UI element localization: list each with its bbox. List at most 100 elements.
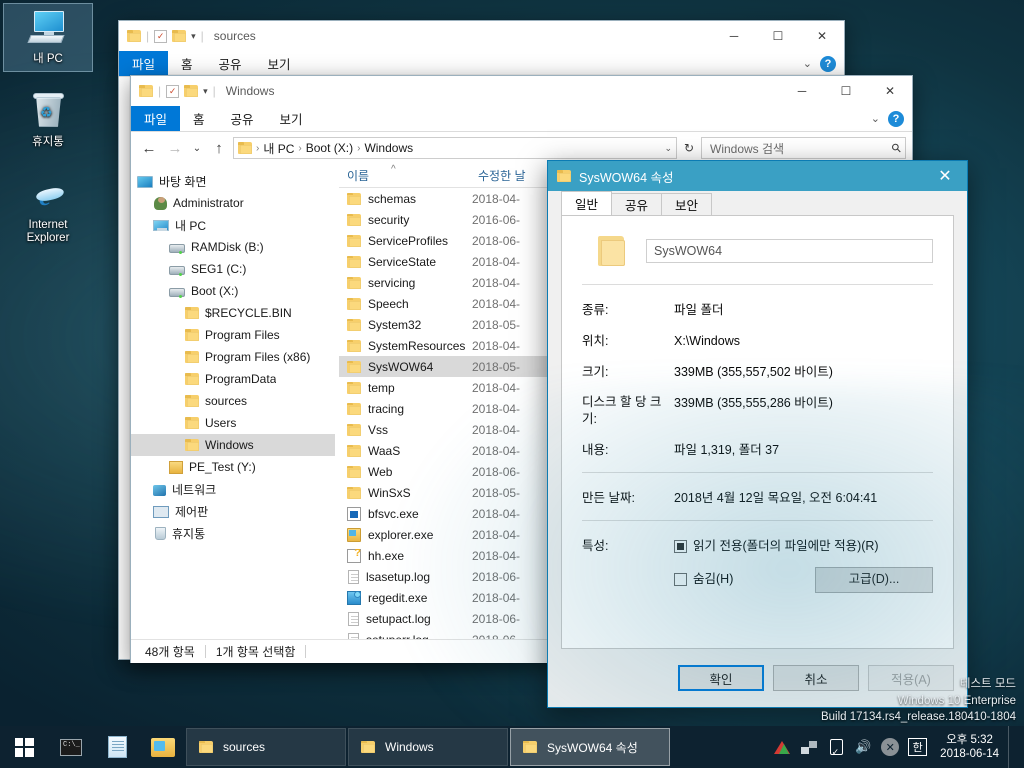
tab-view[interactable]: 보기 — [255, 51, 304, 76]
tab-sharing[interactable]: 공유 — [611, 193, 663, 215]
tree-item[interactable]: 네트워크 — [131, 478, 335, 500]
taskbar[interactable]: sources Windows SysWOW64 속성 🔊 ✕ 한 오후 5:3… — [0, 726, 1024, 768]
start-button[interactable] — [0, 726, 48, 768]
system-tray[interactable]: 🔊 ✕ 한 오후 5:32 2018-06-14 — [773, 726, 1024, 768]
volume-icon[interactable]: 🔊 — [854, 738, 872, 756]
ahnlab-icon[interactable] — [773, 738, 791, 756]
window-controls[interactable]: ─ ☐ ✕ — [712, 21, 844, 51]
tree-item[interactable]: 내 PC — [131, 214, 335, 236]
tree-item[interactable]: 휴지통 — [131, 522, 335, 544]
folder-icon[interactable] — [184, 85, 199, 97]
usb-eject-icon[interactable] — [827, 738, 845, 758]
close-button[interactable]: ✕ — [923, 161, 967, 191]
up-button[interactable]: ↑ — [207, 136, 231, 160]
tree-item[interactable]: SEG1 (C:) — [131, 258, 335, 280]
table-row[interactable]: lsasetup.log 2018-06- — [339, 566, 912, 587]
table-row[interactable]: WaaS 2018-04- — [339, 440, 912, 461]
search-input[interactable]: Windows 검색 ⚲ — [701, 137, 906, 159]
close-button[interactable]: ✕ — [868, 76, 912, 106]
tab-share[interactable]: 공유 — [206, 51, 255, 76]
tab-share[interactable]: 공유 — [218, 106, 267, 131]
tree-item[interactable]: PE_Test (Y:) — [131, 456, 335, 478]
forward-button[interactable]: → — [163, 136, 187, 160]
breadcrumb[interactable]: › 내 PC › Boot (X:) › Windows ⌄ — [233, 137, 677, 159]
breadcrumb-item-boot[interactable]: Boot (X:) — [306, 141, 353, 155]
minimize-button[interactable]: ─ — [712, 21, 756, 51]
properties-icon[interactable]: ✓ — [154, 29, 168, 43]
tree-item[interactable]: Users — [131, 412, 335, 434]
breadcrumb-item-my-pc[interactable]: 내 PC — [263, 140, 294, 157]
readonly-checkbox-row[interactable]: 읽기 전용(폴더의 파일에만 적용)(R) — [674, 537, 933, 555]
help-icon[interactable]: ? — [888, 110, 904, 127]
quick-access-toolbar[interactable]: | ✓ ▾ | — [139, 84, 216, 98]
quick-access-toolbar[interactable]: | ✓ ▾ | — [127, 29, 204, 43]
navigation-pane[interactable]: 바탕 화면 Administrator 내 PC RAMDisk (B:) SEG1 (… — [131, 164, 335, 639]
tab-file[interactable]: 파일 — [131, 106, 181, 131]
chevron-down-icon[interactable]: ⌄ — [664, 143, 672, 154]
tree-item[interactable]: $RECYCLE.BIN — [131, 302, 335, 324]
table-row[interactable]: setupact.log 2018-06- — [339, 608, 912, 629]
tree-item[interactable]: Program Files (x86) — [131, 346, 335, 368]
chevron-down-icon[interactable]: ▾ — [191, 31, 196, 42]
ribbon-expand-icon[interactable]: ⌄ — [871, 112, 880, 125]
taskbar-pin-notepad[interactable] — [94, 726, 140, 768]
back-button[interactable]: ← — [137, 136, 161, 160]
desktop-icon-recycle-bin[interactable]: ♻ 휴지통 — [4, 87, 92, 154]
taskbar-pin-command-prompt[interactable] — [48, 726, 94, 768]
breadcrumb-item-windows[interactable]: Windows — [364, 141, 413, 155]
table-row[interactable]: hh.exe 2018-04- — [339, 545, 912, 566]
hidden-checkbox-row[interactable]: 숨김(H) 고급(D)... — [674, 566, 933, 593]
folder-icon[interactable] — [172, 30, 187, 42]
taskbar-pin-file-explorer[interactable] — [140, 726, 186, 768]
column-header-name[interactable]: 이름 — [339, 167, 472, 184]
dialog-titlebar[interactable]: SysWOW64 속성 ✕ — [548, 161, 967, 191]
show-desktop-button[interactable] — [1008, 726, 1016, 768]
ime-korean-icon[interactable]: 한 — [908, 738, 928, 756]
tab-home[interactable]: 홈 — [180, 106, 218, 131]
taskbar-task-windows[interactable]: Windows — [348, 728, 508, 766]
refresh-button[interactable]: ↻ — [679, 137, 699, 159]
tree-item[interactable]: Boot (X:) — [131, 280, 335, 302]
table-row[interactable]: bfsvc.exe 2018-04- — [339, 503, 912, 524]
desktop-icon-my-pc[interactable]: 내 PC — [3, 3, 93, 72]
taskbar-task-syswow64-properties[interactable]: SysWOW64 속성 — [510, 728, 670, 766]
folder-name-input[interactable]: SysWOW64 — [646, 239, 933, 263]
tab-home[interactable]: 홈 — [168, 51, 206, 76]
tree-item[interactable]: Program Files — [131, 324, 335, 346]
table-row[interactable]: regedit.exe 2018-04- — [339, 587, 912, 608]
table-row[interactable]: Web 2018-06- — [339, 461, 912, 482]
taskbar-task-sources[interactable]: sources — [186, 728, 346, 766]
table-row[interactable]: setuperr.log 2018-06- — [339, 629, 912, 639]
titlebar[interactable]: | ✓ ▾ | Windows ─ ☐ ✕ — [131, 76, 912, 106]
tab-file[interactable]: 파일 — [119, 51, 169, 76]
tree-item[interactable]: Administrator — [131, 192, 335, 214]
tab-view[interactable]: 보기 — [267, 106, 316, 131]
tree-item[interactable]: sources — [131, 390, 335, 412]
maximize-button[interactable]: ☐ — [824, 76, 868, 106]
recent-locations-button[interactable]: ⌄ — [189, 136, 205, 160]
properties-dialog[interactable]: SysWOW64 속성 ✕ 일반 공유 보안 SysWOW64 종류: 파일 폴… — [547, 160, 968, 708]
ribbon-expand-icon[interactable]: ⌄ — [803, 57, 812, 70]
ribbon-tabs[interactable]: 파일 홈 공유 보기 ⌄ ? — [119, 51, 844, 77]
tree-item[interactable]: 바탕 화면 — [131, 170, 335, 192]
folder-icon[interactable] — [139, 85, 153, 97]
network-icon[interactable] — [800, 738, 818, 756]
close-button[interactable]: ✕ — [800, 21, 844, 51]
dialog-tabs[interactable]: 일반 공유 보안 — [548, 191, 967, 215]
action-center-off-icon[interactable]: ✕ — [881, 738, 900, 756]
titlebar[interactable]: | ✓ ▾ | sources ─ ☐ ✕ — [119, 21, 844, 51]
properties-icon[interactable]: ✓ — [166, 84, 180, 98]
tree-item[interactable]: ProgramData — [131, 368, 335, 390]
clock[interactable]: 오후 5:32 2018-06-14 — [936, 733, 999, 762]
tab-general[interactable]: 일반 — [561, 191, 613, 215]
tree-item[interactable]: Windows — [131, 434, 335, 456]
help-icon[interactable]: ? — [820, 55, 836, 72]
tree-item[interactable]: 제어판 — [131, 500, 335, 522]
desktop-icon-internet-explorer[interactable]: e Internet Explorer — [4, 170, 92, 251]
table-row[interactable]: explorer.exe 2018-04- — [339, 524, 912, 545]
ok-button[interactable]: 확인 — [678, 665, 764, 691]
maximize-button[interactable]: ☐ — [756, 21, 800, 51]
minimize-button[interactable]: ─ — [780, 76, 824, 106]
table-row[interactable]: tracing 2018-04- — [339, 398, 912, 419]
tab-security[interactable]: 보안 — [661, 193, 713, 215]
